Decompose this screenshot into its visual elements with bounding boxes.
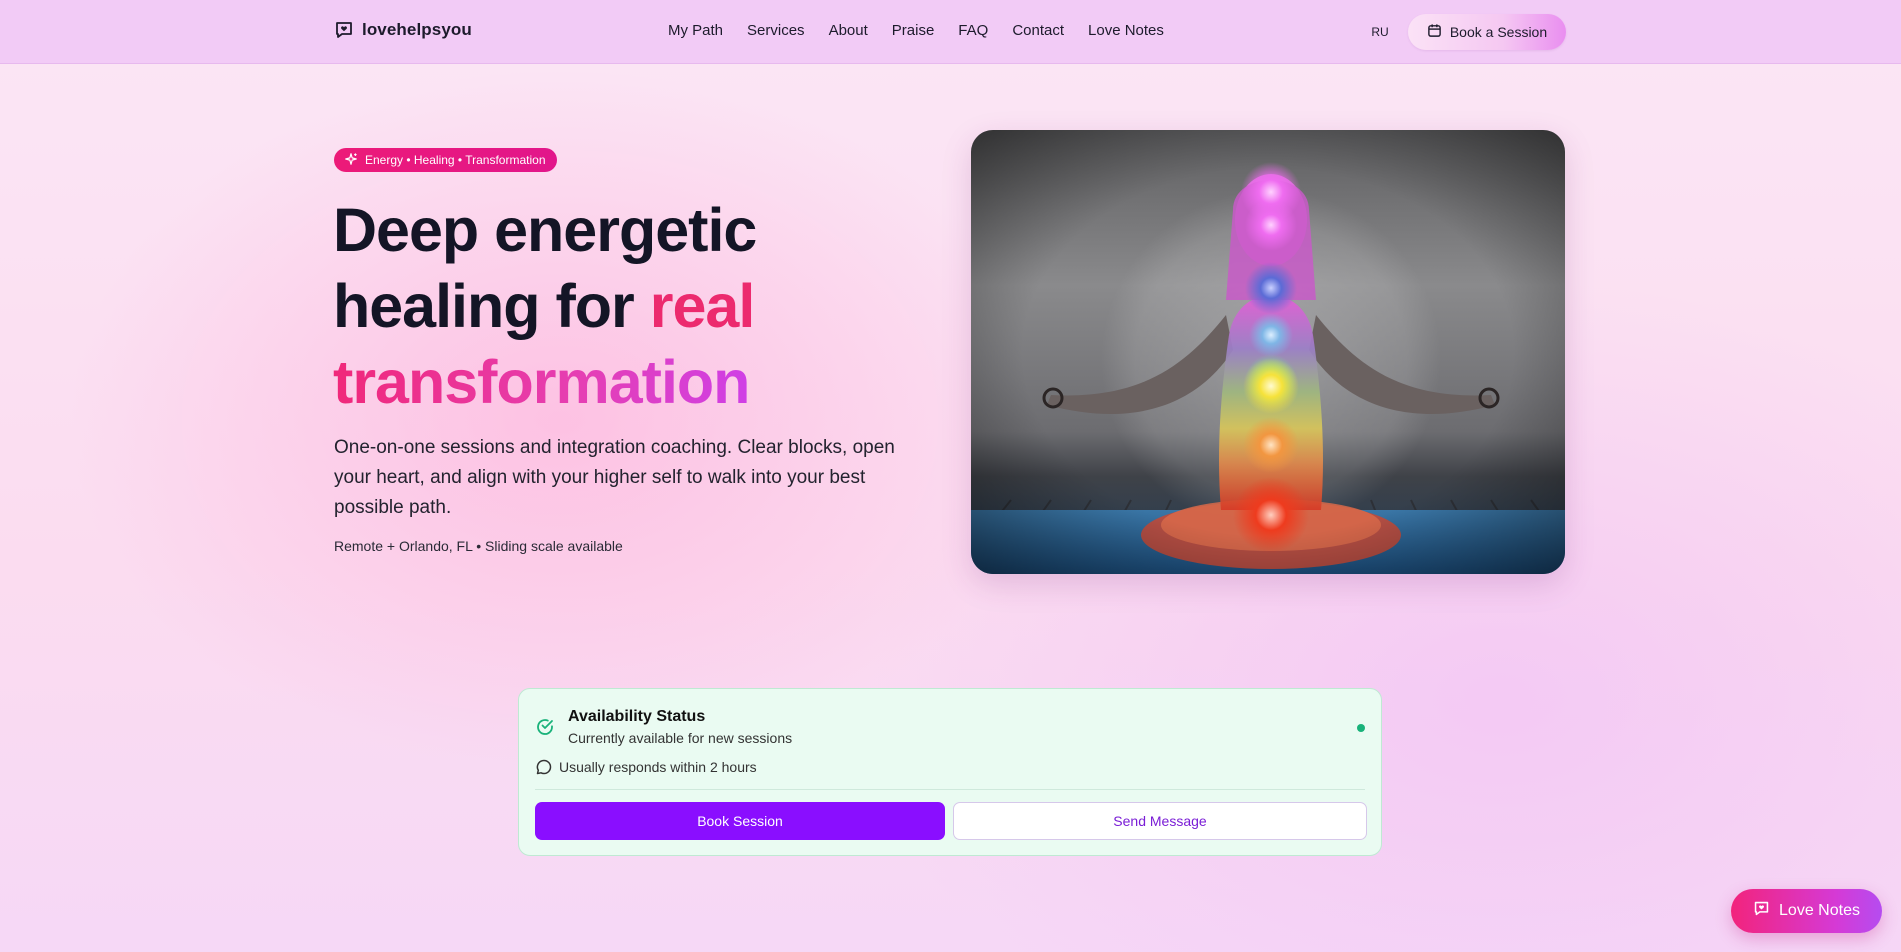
status-indicator-dot [1357, 724, 1365, 732]
headline-line-1: Deep energetic [333, 196, 757, 264]
nav-link-faq[interactable]: FAQ [958, 22, 988, 39]
response-time-text: Usually responds within 2 hours [559, 759, 757, 775]
love-notes-floating-button[interactable]: Love Notes [1731, 889, 1882, 933]
hero-badge-text: Energy • Healing • Transformation [365, 153, 546, 167]
hero-description: One-on-one sessions and integration coac… [334, 437, 895, 518]
book-session-button[interactable]: Book Session [535, 802, 945, 840]
nav-link-love-notes[interactable]: Love Notes [1088, 22, 1164, 39]
availability-title: Availability Status [568, 708, 706, 725]
availability-card: Availability Status Currently available … [518, 688, 1382, 856]
top-navbar: lovehelpsyou My Path Services About Prai… [0, 0, 1901, 64]
language-toggle[interactable]: RU [1360, 16, 1400, 48]
headline-accent-transformation: transformation [333, 348, 750, 416]
availability-subtitle: Currently available for new sessions [568, 730, 793, 746]
hero-badge: Energy • Healing • Transformation [334, 148, 557, 172]
headline-accent-real: real [649, 272, 756, 340]
book-a-session-button[interactable]: Book a Session [1408, 14, 1566, 50]
headline-line-2: healing for [333, 272, 650, 340]
chat-bubble-icon [535, 758, 553, 776]
heart-message-icon [334, 20, 354, 40]
nav-link-contact[interactable]: Contact [1012, 22, 1064, 39]
calendar-icon [1427, 23, 1442, 41]
nav-link-my-path[interactable]: My Path [668, 22, 723, 39]
brand-name: lovehelpsyou [362, 20, 472, 39]
nav-link-services[interactable]: Services [747, 22, 805, 39]
check-circle-icon [535, 717, 555, 737]
heart-message-icon [1753, 900, 1770, 922]
sparkles-icon [344, 152, 358, 169]
meditation-chakra-image [971, 130, 1565, 574]
main-nav: My Path Services About Praise FAQ Contac… [668, 22, 1164, 39]
nav-link-about[interactable]: About [829, 22, 868, 39]
nav-link-praise[interactable]: Praise [892, 22, 935, 39]
hero-meta: Remote + Orlando, FL • Sliding scale ava… [334, 538, 623, 554]
book-a-session-label: Book a Session [1449, 24, 1548, 40]
brand-logo[interactable]: lovehelpsyou [334, 20, 472, 40]
love-notes-label: Love Notes [1779, 902, 1860, 919]
send-message-button[interactable]: Send Message [953, 802, 1367, 840]
card-divider [535, 789, 1365, 790]
hero-headline: Deep energetic healing for real transfor… [333, 192, 933, 420]
